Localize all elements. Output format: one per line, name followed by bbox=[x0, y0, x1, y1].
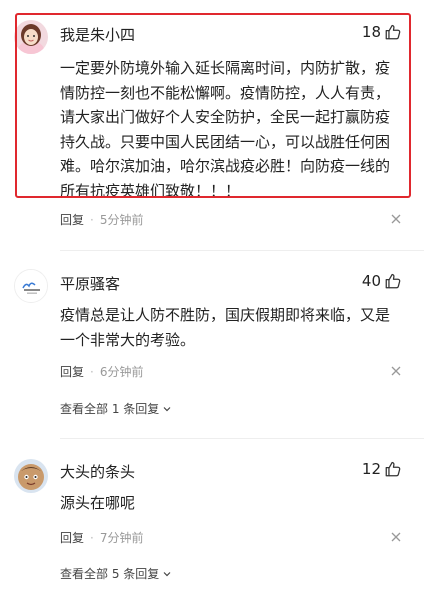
thumbs-up-icon bbox=[385, 273, 401, 289]
like-button[interactable]: 18 bbox=[362, 23, 402, 41]
close-icon[interactable] bbox=[390, 213, 402, 225]
logo-avatar-icon[interactable] bbox=[14, 269, 48, 303]
comment-text: 疫情总是让人防不胜防，国庆假期即将来临，又是一个非常大的考验。 bbox=[60, 306, 391, 349]
comment-meta: 回复 · 6分钟前 bbox=[60, 363, 143, 380]
like-button[interactable]: 12 bbox=[362, 460, 402, 478]
thumbs-up-icon bbox=[385, 24, 401, 40]
comment-meta: 回复 · 7分钟前 bbox=[60, 529, 143, 546]
view-all-label: 查看全部 1 条回复 bbox=[60, 402, 160, 416]
comment-text: 源头在哪呢 bbox=[60, 494, 136, 512]
timestamp: 7分钟前 bbox=[99, 531, 144, 545]
comment-item: 我是朱小四 18 一定要外防境外输入延长隔离时间，内防扩散，疫情防控一刻也不能松… bbox=[0, 0, 424, 235]
like-count: 12 bbox=[361, 460, 381, 478]
username[interactable]: 平原骚客 bbox=[60, 273, 120, 294]
girl-avatar-icon[interactable] bbox=[14, 20, 48, 54]
reply-button[interactable]: 回复 bbox=[60, 529, 84, 546]
view-all-label: 查看全部 5 条回复 bbox=[60, 567, 160, 581]
close-icon[interactable] bbox=[390, 531, 402, 543]
comment-text: 一定要外防境外输入延长隔离时间，内防扩散，疫情防控一刻也不能松懈啊。疫情防控，人… bbox=[60, 59, 391, 200]
close-icon[interactable] bbox=[390, 365, 402, 377]
thumbs-up-icon bbox=[385, 461, 401, 477]
username[interactable]: 大头的条头 bbox=[60, 461, 135, 482]
timestamp: 5分钟前 bbox=[99, 213, 144, 227]
like-button[interactable]: 40 bbox=[362, 272, 402, 290]
like-count: 18 bbox=[361, 23, 381, 41]
comment-item: 平原骚客 40 疫情总是让人防不胜防，国庆假期即将来临，又是一个非常大的考验。 … bbox=[0, 251, 424, 431]
separator-dot: · bbox=[90, 212, 94, 227]
separator-dot: · bbox=[90, 530, 94, 545]
chevron-down-icon bbox=[163, 406, 171, 411]
timestamp: 6分钟前 bbox=[99, 365, 144, 379]
comment-meta: 回复 · 5分钟前 bbox=[60, 211, 143, 228]
comment-item: 大头的条头 12 源头在哪呢 回复 · 7分钟前 查看全部 5 条回复 bbox=[0, 439, 424, 615]
view-all-replies-button[interactable]: 查看全部 5 条回复 bbox=[60, 565, 172, 582]
separator-dot: · bbox=[90, 364, 94, 379]
chevron-down-icon bbox=[163, 571, 171, 576]
view-all-replies-button[interactable]: 查看全部 1 条回复 bbox=[60, 400, 172, 417]
reply-button[interactable]: 回复 bbox=[60, 211, 84, 228]
like-count: 40 bbox=[361, 272, 381, 290]
username[interactable]: 我是朱小四 bbox=[60, 24, 135, 45]
cartoon-face-avatar-icon[interactable] bbox=[14, 459, 48, 493]
reply-button[interactable]: 回复 bbox=[60, 363, 84, 380]
